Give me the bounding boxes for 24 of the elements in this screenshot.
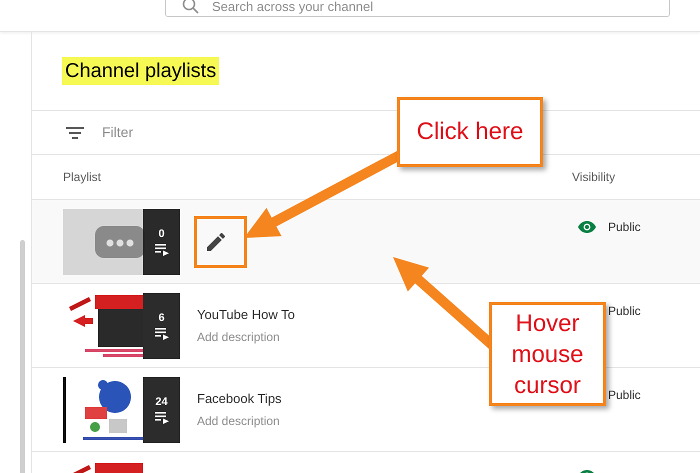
callout: Click here	[397, 97, 543, 167]
video-count: 0	[158, 228, 165, 240]
playlist-icon	[154, 244, 168, 256]
callout: Hover mouse cursor	[489, 302, 606, 406]
playlist-title[interactable]: Facebook Tips	[197, 389, 282, 408]
video-count: 24	[155, 396, 168, 408]
visibility-label: Public	[608, 219, 641, 236]
filter-field[interactable]: Filter	[102, 122, 302, 143]
column-header: Visibility	[572, 169, 616, 186]
visibility-label: Public	[608, 387, 641, 404]
playlist-icon	[154, 328, 168, 340]
column-header: Playlist	[63, 170, 102, 184]
visibility-label: Public	[608, 303, 641, 320]
playlist-icon	[154, 412, 168, 424]
search-field[interactable]: Search across your channel	[165, 0, 670, 17]
scrollbar[interactable]	[20, 240, 25, 473]
page-title: Channel playlists	[62, 57, 220, 85]
video-count: 6	[158, 312, 165, 324]
playlist-row[interactable]: 0 Public	[32, 200, 700, 284]
playlist-title[interactable]: YouTube How To	[197, 305, 295, 324]
highlight-frame	[194, 216, 247, 268]
pencil-icon[interactable]	[207, 233, 225, 251]
filter-icon[interactable]	[66, 126, 84, 138]
search-icon	[182, 0, 200, 15]
